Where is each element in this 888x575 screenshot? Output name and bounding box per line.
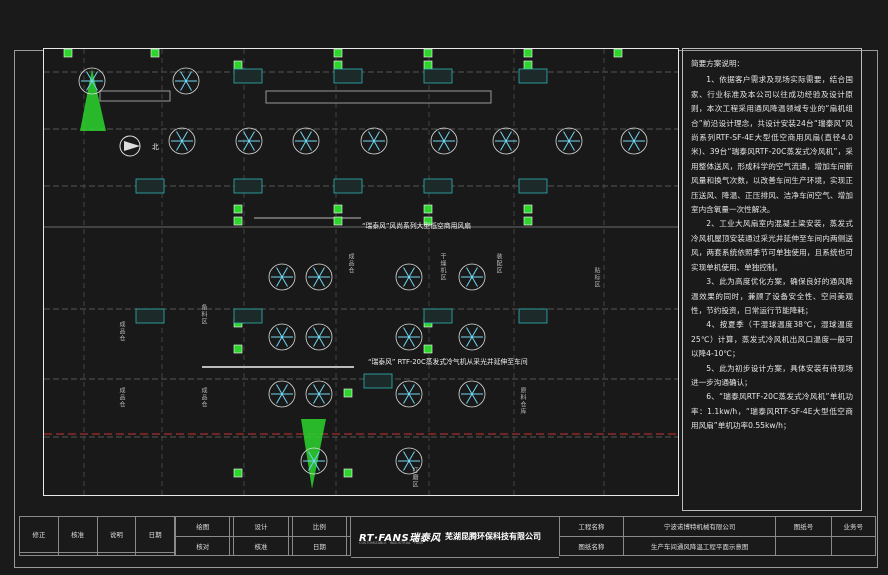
cooler-unit-icon xyxy=(423,49,433,58)
cooler-unit-icon xyxy=(423,344,433,354)
approve-header: 核准 xyxy=(57,516,98,553)
skylight-box xyxy=(518,178,548,194)
cooler-unit-icon xyxy=(343,388,353,398)
design-notes-panel: 简要方案说明： 1、依据客户需求及现场实际需要，结合国家、行业标准及本公司以往成… xyxy=(682,48,862,511)
skylight-box xyxy=(333,178,363,194)
conveyor-outline xyxy=(265,90,492,104)
cooler-callout-label: “瑞泰风” RTF-20C蒸发式冷气机从采光井延伸至车间 xyxy=(368,358,528,366)
drawn-label: 绘图 xyxy=(174,516,231,537)
north-arrow xyxy=(124,141,140,151)
floor-plan-drawing xyxy=(44,49,678,495)
logo-area: RT·FANS瑞泰风 CUSTOMIZABLE · INDUSTRIAL · F… xyxy=(351,516,559,558)
project-name-value: 宁波诺博特机械有限公司 xyxy=(622,516,777,537)
description-header: 说明 xyxy=(96,516,137,553)
cooler-unit-icon xyxy=(523,204,533,214)
skylight-box xyxy=(135,178,165,194)
skylight-box xyxy=(423,178,453,194)
brand-tagline: CUSTOMIZABLE · INDUSTRIAL · FANS xyxy=(359,541,424,545)
skylight-box xyxy=(233,68,263,84)
skylight-box xyxy=(518,68,548,84)
area-label: 成品仓 xyxy=(118,321,125,342)
cooler-unit-icon xyxy=(423,204,433,214)
skylight-box xyxy=(518,308,548,324)
area-label: 成品仓 xyxy=(347,253,354,274)
skylight-box xyxy=(423,68,453,84)
area-label: 原料仓库 xyxy=(519,387,526,415)
cooler-unit-icon xyxy=(150,49,160,58)
notes-paragraph: 5、此为初步设计方案，具体安装有待现场进一步沟通确认； xyxy=(691,363,853,387)
area-label: 备料区 xyxy=(200,304,207,325)
notes-paragraph: 3、此为高度优化方案，确保良好的通风降温效果的同时，兼顾了设备安全性、空间美观性… xyxy=(691,277,853,315)
cooler-unit-icon xyxy=(333,60,343,70)
business-no-label: 业务号 xyxy=(830,516,877,537)
project-name-label: 工程名称 xyxy=(559,516,624,537)
date-label: 日期 xyxy=(291,535,348,556)
project-table: 工程名称 宁波诺博特机械有限公司 图纸号 业务号 图纸名称 生产车间通风降温工程… xyxy=(559,516,877,556)
skylight-box xyxy=(423,308,453,324)
notes-paragraph: 6、“瑞泰风RTF-20C蒸发式冷风机”单机功率：1.1kw/h，“瑞泰风RTF… xyxy=(691,392,853,431)
company-name: 芜湖昆腾环保科技有限公司 xyxy=(445,532,541,541)
skylight-box xyxy=(233,178,263,194)
cooler-unit-icon xyxy=(233,60,243,70)
cooler-unit-icon xyxy=(333,49,343,58)
cooler-unit-icon xyxy=(333,204,343,214)
notes-paragraph: 2、工业大风扇室内混凝土梁安装，蒸发式冷风机屋顶安装通过采光井延伸至车间内两侧送… xyxy=(691,219,853,272)
cooler-unit-icon xyxy=(423,60,433,70)
area-label: 贴标区 xyxy=(593,267,600,288)
scale-label: 比例 xyxy=(291,516,348,537)
signoff-table: 绘图 设计 比例 核对 核准 日期 xyxy=(174,516,351,556)
approved-label: 核准 xyxy=(233,535,289,556)
drawing-no-label: 图纸号 xyxy=(775,516,832,537)
floor-plan: 北 “瑞泰风”风尚系列大型低空商用风扇 “瑞泰风” RTF-20C蒸发式冷气机从… xyxy=(43,48,679,496)
notes-paragraph: 1、依据客户需求及现场实际需要，结合国家、行业标准及本公司以往成功经验及设计原则… xyxy=(691,75,853,215)
area-label: 干燥机区 xyxy=(439,253,446,281)
north-label: 北 xyxy=(152,143,159,151)
checked-label: 核对 xyxy=(174,535,231,556)
area-label: 成品仓 xyxy=(118,387,125,408)
conveyor-outline xyxy=(99,90,171,102)
cooler-unit-icon xyxy=(233,344,243,354)
skylight-box xyxy=(233,308,263,324)
cooler-unit-icon xyxy=(613,49,623,58)
cooler-unit-icon xyxy=(523,60,533,70)
cooler-unit-icon xyxy=(233,204,243,214)
cooler-unit-icon xyxy=(523,216,533,226)
fan-callout-label: “瑞泰风”风尚系列大型低空商用风扇 xyxy=(362,222,471,230)
drawing-name-label: 图纸名称 xyxy=(559,535,624,556)
area-label: 成品仓 xyxy=(200,387,207,408)
area-label: 装配区 xyxy=(495,253,502,274)
cooler-unit-icon xyxy=(333,216,343,226)
cooler-unit-icon xyxy=(343,468,353,478)
area-label: 打磨区 xyxy=(411,467,418,488)
cooler-unit-icon xyxy=(233,216,243,226)
notes-paragraph: 4、按夏季（干湿球温度38℃，湿球温度25℃）计算，蒸发式冷风机出风口温度一般可… xyxy=(691,320,853,359)
skylight-box xyxy=(363,373,393,389)
revision-table: 修正 核准 说明 日期 xyxy=(19,516,175,557)
notes-title: 简要方案说明： xyxy=(691,59,745,68)
design-label: 设计 xyxy=(233,516,289,537)
cooler-unit-icon xyxy=(63,49,73,58)
title-block: 修正 核准 说明 日期 绘图 设计 比例 核对 核准 日期 RT·FANS瑞泰风… xyxy=(19,516,877,558)
cooler-unit-icon xyxy=(233,468,243,478)
date-header: 日期 xyxy=(135,516,175,553)
airflow-cone xyxy=(301,419,326,489)
drawing-name-value: 生产车间通风降温工程平面示意图 xyxy=(622,535,777,556)
skylight-box xyxy=(135,308,165,324)
revision-header: 修正 xyxy=(19,516,59,553)
skylight-box xyxy=(333,68,363,84)
cooler-unit-icon xyxy=(523,49,533,58)
